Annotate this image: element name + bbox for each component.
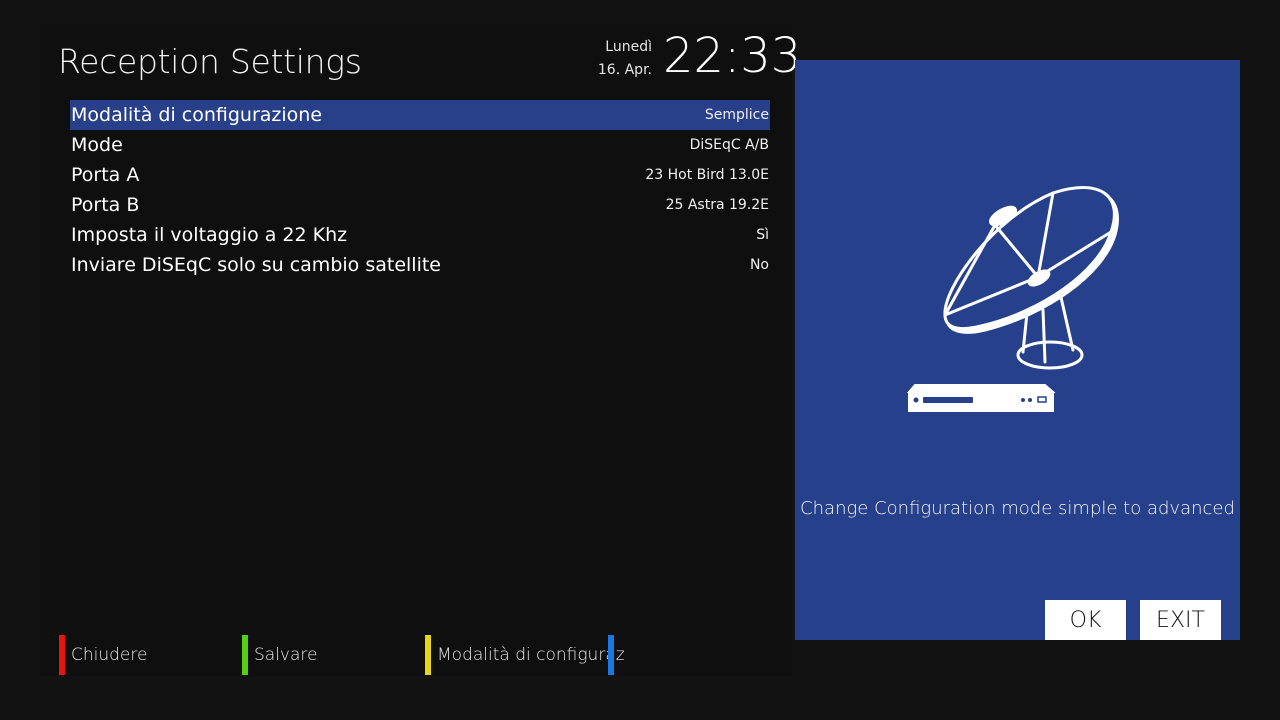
setting-row-diseqc-on-change[interactable]: Inviare DiSEqC solo su cambio satellite … [70,250,770,280]
setting-label: Imposta il voltaggio a 22 Khz [71,224,348,246]
setting-label: Inviare DiSEqC solo su cambio satellite [71,254,441,276]
blue-key-indicator [608,635,614,675]
red-key-button[interactable]: Chiudere [59,635,147,675]
setting-value[interactable]: Semplice [705,107,769,123]
settings-list: Modalità di configurazione Semplice Mode… [70,100,770,280]
setting-label: Mode [71,134,123,156]
satellite-dish-receiver-icon [906,186,1119,412]
setting-value[interactable]: No [750,257,769,273]
red-key-indicator [59,635,65,675]
exit-button[interactable]: EXIT [1140,600,1221,640]
info-panel: Change Configuration mode simple to adva… [795,60,1240,640]
setting-label: Modalità di configurazione [71,104,323,126]
setting-label: Porta B [71,194,140,216]
yellow-key-label: Modalità di configuraz [437,645,625,665]
setting-row-mode[interactable]: Mode DiSEqC A/B [70,130,770,160]
yellow-key-button[interactable]: Modalità di configuraz [425,635,625,675]
setting-value[interactable]: Sì [756,227,769,243]
setting-value[interactable]: 23 Hot Bird 13.0E [645,167,769,183]
day-label: Lunedì [605,39,652,55]
setting-value[interactable]: 25 Astra 19.2E [666,197,769,213]
page-title: Reception Settings [58,42,362,81]
setting-row-config-mode[interactable]: Modalità di configurazione Semplice [70,100,770,130]
setting-row-port-b[interactable]: Porta B 25 Astra 19.2E [70,190,770,220]
blue-key-button[interactable] [608,635,620,675]
date-label: 16. Apr. [597,62,652,78]
help-text: Change Configuration mode simple to adva… [800,498,1235,519]
date-block: Lunedì 16. Apr. [598,36,652,82]
setting-value[interactable]: DiSEqC A/B [690,137,769,153]
clock: 22:33 [663,28,802,84]
setting-label: Porta A [71,164,140,186]
ok-button[interactable]: OK [1045,600,1126,640]
green-key-button[interactable]: Salvare [242,635,317,675]
yellow-key-indicator [425,635,431,675]
screen: Reception Settings Lunedì 16. Apr. 22:33… [0,0,1280,720]
green-key-label: Salvare [254,645,318,665]
green-key-indicator [242,635,248,675]
red-key-label: Chiudere [71,645,148,665]
setting-row-port-a[interactable]: Porta A 23 Hot Bird 13.0E [70,160,770,190]
setting-row-22khz[interactable]: Imposta il voltaggio a 22 Khz Sì [70,220,770,250]
